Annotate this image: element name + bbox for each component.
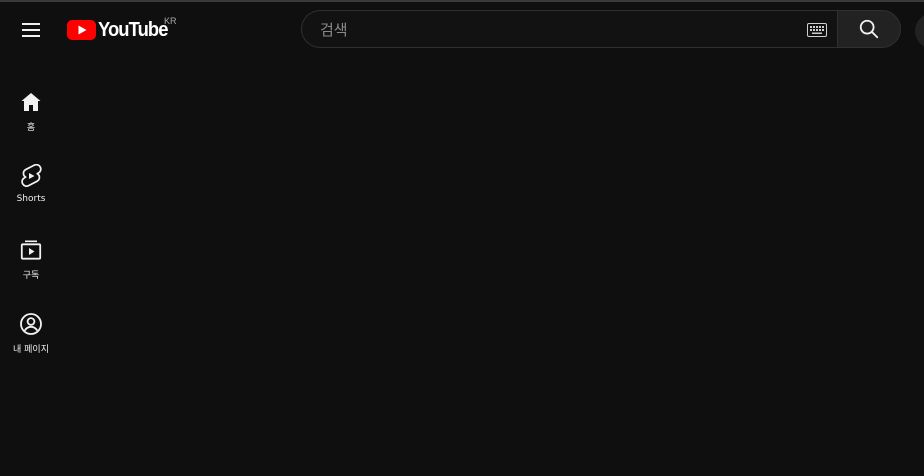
search-icon — [859, 19, 879, 39]
mini-guide: 홈 Shorts 구독 내 페이지 — [0, 58, 62, 476]
guide-item-label: Shorts — [16, 194, 46, 204]
logo-wordmark: YouTube — [98, 18, 168, 41]
guide-item-label: 구독 — [22, 271, 40, 281]
country-code: KR — [164, 16, 177, 26]
youtube-logo[interactable]: YouTube — [67, 16, 174, 44]
home-icon — [21, 93, 41, 111]
guide-item-subscriptions[interactable]: 구독 — [0, 220, 62, 284]
search-box — [301, 10, 837, 49]
subscriptions-icon — [20, 240, 42, 260]
guide-item-label: 내 페이지 — [13, 345, 49, 355]
youtube-play-icon — [67, 20, 96, 40]
guide-menu-button[interactable] — [11, 10, 51, 50]
voice-search-button[interactable] — [915, 13, 924, 49]
masthead: YouTube KR — [0, 2, 924, 58]
virtual-keyboard-icon[interactable] — [807, 23, 827, 37]
guide-item-label: 홈 — [26, 123, 36, 133]
guide-item-my-page[interactable]: 내 페이지 — [0, 294, 62, 358]
guide-item-shorts[interactable]: Shorts — [0, 146, 62, 210]
my-page-icon — [20, 313, 42, 335]
main-content-area — [62, 58, 924, 476]
hamburger-menu-icon — [22, 23, 40, 37]
search-input[interactable] — [318, 11, 802, 49]
shorts-icon — [21, 164, 42, 187]
search-button[interactable] — [837, 10, 901, 48]
guide-item-home[interactable]: 홈 — [0, 72, 62, 136]
